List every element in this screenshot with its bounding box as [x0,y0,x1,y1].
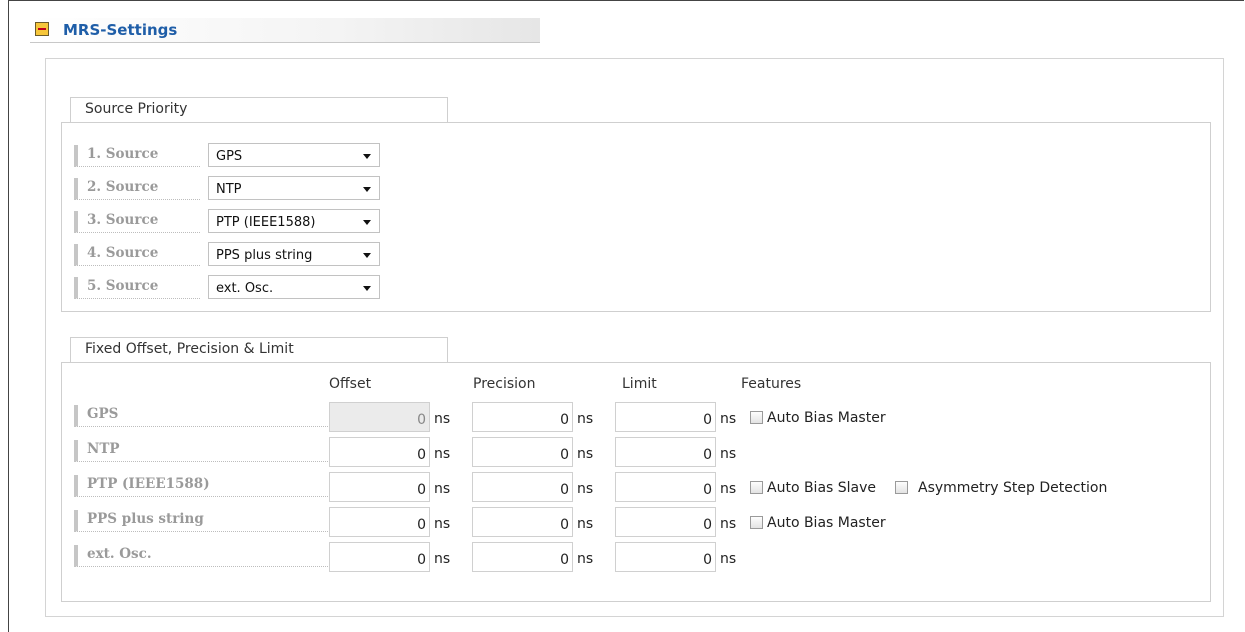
offset-row-label-ext-osc: ext. Osc. [74,545,328,567]
collapse-icon[interactable] [35,22,49,36]
ptp-auto-bias-slave-label[interactable]: Auto Bias Slave [767,480,876,496]
pps-precision-input[interactable]: 0 [472,507,573,537]
ptp-limit-input[interactable]: 0 [615,472,716,502]
ext-osc-precision-input[interactable]: 0 [472,542,573,572]
gps-auto-bias-master-label[interactable]: Auto Bias Master [767,410,886,426]
pps-limit-input[interactable]: 0 [615,507,716,537]
ptp-asymmetry-step-detection-checkbox[interactable] [895,481,908,494]
unit-label: ns [434,551,451,567]
unit-label: ns [577,481,594,497]
offset-row-label-gps: GPS [74,405,328,427]
unit-label: ns [720,411,737,427]
source-select-2-value: NTP [216,182,242,197]
offset-row-label-ptp: PTP (IEEE1588) [74,475,328,497]
unit-label: ns [720,481,737,497]
offset-row-label-pps: PPS plus string [74,510,328,532]
source-select-5[interactable]: ext. Osc. [208,275,380,299]
unit-label: ns [577,411,594,427]
unit-label: ns [434,516,451,532]
chevron-down-icon [363,286,371,291]
gps-auto-bias-master-checkbox[interactable] [750,411,763,424]
ptp-precision-input[interactable]: 0 [472,472,573,502]
unit-label: ns [720,516,737,532]
unit-label: ns [577,516,594,532]
ext-osc-offset-input[interactable]: 0 [329,542,430,572]
source-priority-tab: Source Priority [70,97,448,123]
chevron-down-icon [363,220,371,225]
ntp-offset-input[interactable]: 0 [329,437,430,467]
source-label-2: 2. Source [74,178,200,200]
section-header[interactable]: MRS-Settings [30,18,540,43]
unit-label: ns [434,481,451,497]
source-select-2[interactable]: NTP [208,176,380,200]
source-select-5-value: ext. Osc. [216,281,274,296]
unit-label: ns [720,446,737,462]
source-label-1: 1. Source [74,145,200,167]
unit-label: ns [720,551,737,567]
gps-offset-input: 0 [329,402,430,432]
unit-label: ns [577,551,594,567]
unit-label: ns [434,446,451,462]
chevron-down-icon [363,154,371,159]
source-select-1-value: GPS [216,149,243,164]
source-select-3-value: PTP (IEEE1588) [216,215,316,230]
source-label-3: 3. Source [74,211,200,233]
unit-label: ns [577,446,594,462]
ptp-auto-bias-slave-checkbox[interactable] [750,481,763,494]
features-column-header: Features [741,376,802,392]
section-title: MRS-Settings [63,21,178,39]
pps-offset-input[interactable]: 0 [329,507,430,537]
ptp-asymmetry-step-detection-label[interactable]: Asymmetry Step Detection [918,480,1107,496]
gps-precision-input[interactable]: 0 [472,402,573,432]
source-select-3[interactable]: PTP (IEEE1588) [208,209,380,233]
source-priority-title: Source Priority [85,101,188,117]
source-select-1[interactable]: GPS [208,143,380,167]
gps-limit-input[interactable]: 0 [615,402,716,432]
ext-osc-limit-input[interactable]: 0 [615,542,716,572]
chevron-down-icon [363,253,371,258]
source-select-4-value: PPS plus string [216,248,313,263]
offset-row-label-ntp: NTP [74,440,328,462]
offset-section-title: Fixed Offset, Precision & Limit [85,341,294,357]
source-select-4[interactable]: PPS plus string [208,242,380,266]
chevron-down-icon [363,187,371,192]
precision-column-header: Precision [473,376,536,392]
offset-column-header: Offset [329,376,372,392]
source-label-5: 5. Source [74,277,200,299]
ntp-limit-input[interactable]: 0 [615,437,716,467]
offset-section-tab: Fixed Offset, Precision & Limit [70,337,448,363]
pps-auto-bias-master-checkbox[interactable] [750,516,763,529]
ntp-precision-input[interactable]: 0 [472,437,573,467]
pps-auto-bias-master-label[interactable]: Auto Bias Master [767,515,886,531]
source-label-4: 4. Source [74,244,200,266]
ptp-offset-input[interactable]: 0 [329,472,430,502]
unit-label: ns [434,411,451,427]
limit-column-header: Limit [622,376,657,392]
